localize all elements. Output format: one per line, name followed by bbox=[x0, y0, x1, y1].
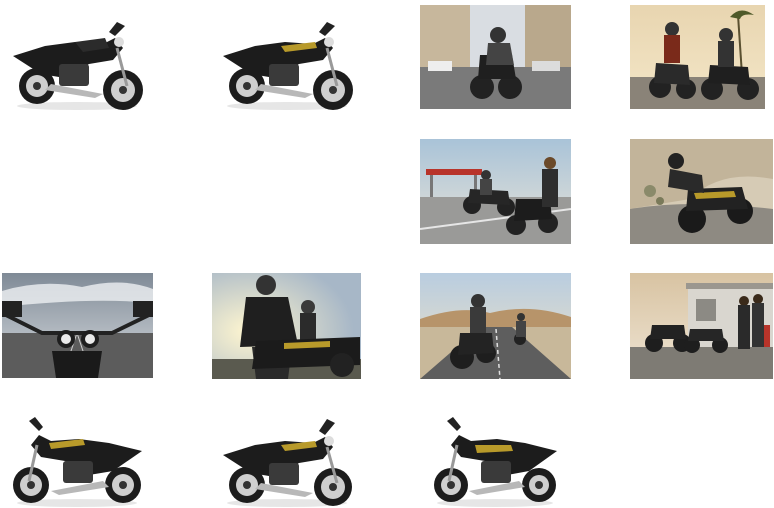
studio-bike-black-image bbox=[13, 22, 143, 110]
desert-road-riders-photo bbox=[420, 273, 571, 379]
gas-station-couple-photo bbox=[420, 139, 571, 244]
gallery-thumb-4[interactable] bbox=[630, 5, 765, 109]
studio-bike-black-gold-left-2-image bbox=[434, 417, 557, 507]
gallery-thumb-7[interactable] bbox=[2, 273, 153, 378]
sunset-rider-portrait-photo bbox=[212, 273, 361, 379]
gallery-thumb-2[interactable] bbox=[215, 8, 360, 113]
gallery-thumb-12[interactable] bbox=[215, 405, 360, 508]
studio-bike-black-gold-left-image bbox=[13, 417, 142, 507]
city-street-rider-photo bbox=[420, 5, 571, 109]
dusty-corner-rider-photo bbox=[630, 139, 773, 244]
studio-bike-black-gold-image bbox=[223, 22, 353, 110]
gallery-thumb-5[interactable] bbox=[420, 139, 571, 244]
gallery-thumb-10[interactable] bbox=[630, 273, 773, 379]
gallery-thumb-1[interactable] bbox=[5, 8, 150, 113]
gallery-thumb-6[interactable] bbox=[630, 139, 773, 244]
studio-bike-black-gold-right-image bbox=[223, 419, 352, 507]
bikes-parked-at-shed-photo bbox=[630, 273, 773, 379]
two-riders-palm-boulevard-photo bbox=[630, 5, 765, 109]
gallery-thumb-8[interactable] bbox=[212, 273, 361, 379]
gallery-thumb-3[interactable] bbox=[420, 5, 571, 109]
gallery-thumb-9[interactable] bbox=[420, 273, 571, 379]
rider-pov-handlebar-photo bbox=[2, 273, 153, 378]
gallery-thumb-11[interactable] bbox=[5, 405, 150, 508]
gallery-thumb-13[interactable] bbox=[425, 405, 565, 508]
